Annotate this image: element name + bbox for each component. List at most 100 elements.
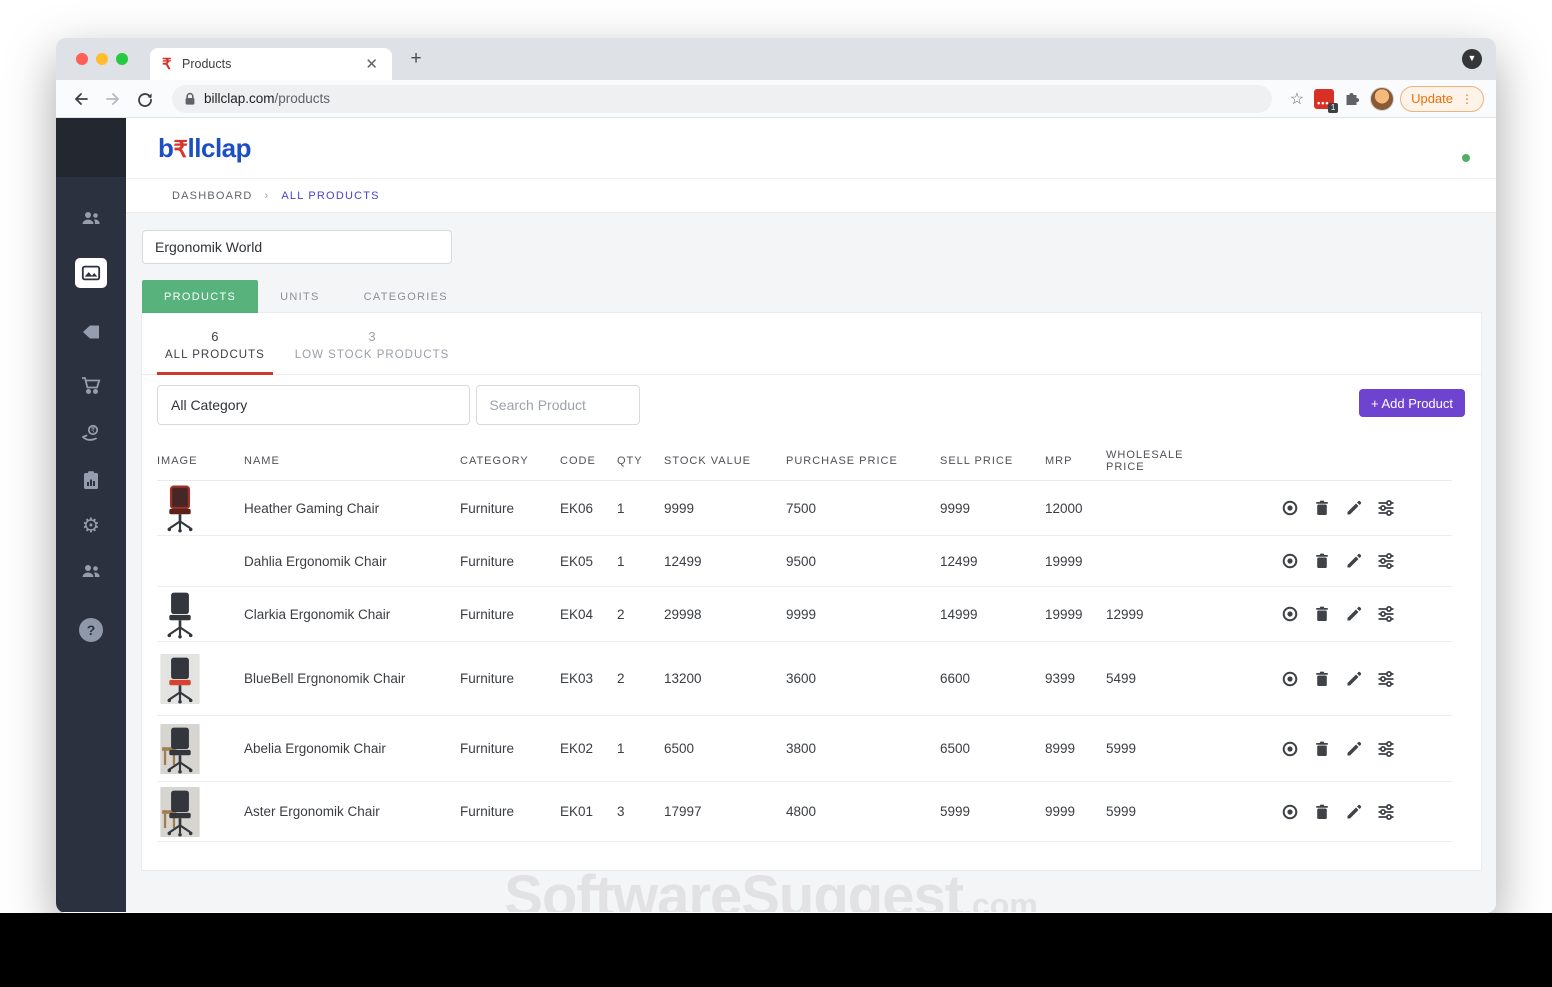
- product-code: EK03: [560, 671, 594, 686]
- product-image: [157, 589, 203, 639]
- product-code: EK04: [560, 606, 594, 622]
- product-mrp: 19999: [1045, 606, 1083, 622]
- tune-icon[interactable]: [1377, 499, 1395, 517]
- delete-icon[interactable]: [1313, 740, 1331, 758]
- url-bar[interactable]: billclap.com/products: [172, 84, 1272, 113]
- subtab-all-products[interactable]: 6 ALL PRODCUTS: [157, 329, 273, 375]
- delete-icon[interactable]: [1313, 670, 1331, 688]
- watermark: SoftwareSuggest.com: [504, 863, 1037, 912]
- app-frame: ₹ ⚙ ? b₹llclap DASHBOARD › ALL PRODUCTS …: [56, 118, 1496, 912]
- product-sell-price: 9999: [940, 500, 971, 516]
- logo-rupee-icon: ₹: [173, 135, 188, 162]
- header-image: IMAGE: [157, 454, 198, 467]
- row-actions: [1277, 670, 1452, 688]
- edit-icon[interactable]: [1345, 499, 1363, 517]
- table-body: Heather Gaming Chair Furniture EK06 1 99…: [157, 481, 1452, 842]
- help-icon[interactable]: ?: [79, 618, 103, 642]
- settings-gear-icon[interactable]: ⚙: [80, 514, 102, 536]
- customers-icon[interactable]: [80, 560, 102, 582]
- payments-icon[interactable]: ₹: [80, 423, 102, 445]
- svg-text:₹: ₹: [91, 427, 96, 435]
- breadcrumb-dashboard[interactable]: DASHBOARD: [172, 190, 252, 202]
- browser-window: ₹ Products ✕ + ▼ billclap.com/products ☆: [56, 38, 1496, 913]
- product-code: EK05: [560, 553, 594, 569]
- products-table: IMAGE NAME CATEGORY CODE QTY STOCK VALUE…: [157, 441, 1452, 842]
- image-icon[interactable]: [75, 258, 107, 288]
- product-wholesale-price: 5999: [1106, 741, 1137, 756]
- product-stock-value: 12499: [664, 553, 702, 569]
- users-icon[interactable]: [80, 207, 102, 229]
- header-category: CATEGORY: [460, 454, 529, 467]
- zoom-window-button[interactable]: [116, 53, 128, 65]
- forward-button[interactable]: [100, 86, 126, 112]
- product-purchase-price: 7500: [786, 500, 817, 516]
- delete-icon[interactable]: [1313, 552, 1331, 570]
- view-icon[interactable]: [1281, 605, 1299, 623]
- account-avatar[interactable]: [1440, 133, 1472, 167]
- reports-icon[interactable]: [80, 469, 102, 491]
- tune-icon[interactable]: [1377, 552, 1395, 570]
- delete-icon[interactable]: [1313, 605, 1331, 623]
- profile-chevron-icon[interactable]: ▼: [1462, 49, 1482, 69]
- category-select[interactable]: All Category: [157, 385, 470, 425]
- tag-icon[interactable]: [80, 321, 102, 343]
- bookmark-star-icon[interactable]: ☆: [1286, 89, 1308, 109]
- update-button[interactable]: Update ⋮: [1400, 85, 1484, 112]
- add-product-button[interactable]: + Add Product: [1358, 389, 1465, 417]
- tab-products[interactable]: PRODUCTS: [142, 280, 259, 313]
- browser-tab-products[interactable]: ₹ Products ✕: [150, 48, 392, 80]
- extension-badge: 1: [1328, 102, 1339, 113]
- new-tab-button[interactable]: +: [404, 47, 428, 71]
- delete-icon[interactable]: [1313, 499, 1331, 517]
- header-name: NAME: [244, 454, 280, 467]
- chrome-menu-kebab-icon[interactable]: ⋮: [1461, 92, 1473, 106]
- edit-icon[interactable]: [1345, 670, 1363, 688]
- view-icon[interactable]: [1281, 499, 1299, 517]
- minimize-window-button[interactable]: [96, 53, 108, 65]
- product-qty: 3: [617, 804, 625, 819]
- search-product-input[interactable]: [476, 385, 641, 425]
- breadcrumb-all-products[interactable]: ALL PRODUCTS: [281, 190, 379, 202]
- edit-icon[interactable]: [1345, 803, 1363, 821]
- store-name-input[interactable]: [142, 230, 452, 264]
- product-category: Furniture: [460, 741, 515, 756]
- product-stock-value: 29998: [664, 606, 702, 622]
- extension-icon[interactable]: ••• 1: [1314, 88, 1339, 113]
- row-actions: [1277, 499, 1452, 517]
- view-icon[interactable]: [1281, 670, 1299, 688]
- close-window-button[interactable]: [76, 53, 88, 65]
- view-icon[interactable]: [1281, 552, 1299, 570]
- tune-icon[interactable]: [1377, 605, 1395, 623]
- product-mrp: 12000: [1045, 500, 1083, 516]
- product-name: Heather Gaming Chair: [244, 500, 380, 516]
- product-purchase-price: 3800: [786, 741, 817, 756]
- product-qty: 1: [617, 741, 625, 756]
- edit-icon[interactable]: [1345, 552, 1363, 570]
- tab-units[interactable]: UNITS: [258, 280, 342, 313]
- product-stock-value: 9999: [664, 500, 695, 516]
- cart-icon[interactable]: [80, 374, 102, 396]
- delete-icon[interactable]: [1313, 803, 1331, 821]
- extensions-puzzle-icon[interactable]: [1340, 87, 1364, 111]
- table-row: Heather Gaming Chair Furniture EK06 1 99…: [157, 481, 1452, 536]
- view-icon[interactable]: [1281, 740, 1299, 758]
- subtab-low-stock-products[interactable]: 3 LOW STOCK PRODUCTS: [287, 329, 458, 374]
- back-button[interactable]: [68, 86, 94, 112]
- update-label: Update: [1411, 91, 1453, 106]
- reload-button[interactable]: [132, 86, 158, 112]
- product-purchase-price: 9500: [786, 553, 817, 569]
- header-wholesale-price: WHOLESALE PRICE: [1106, 448, 1184, 473]
- edit-icon[interactable]: [1345, 605, 1363, 623]
- browser-profile-avatar[interactable]: [1370, 86, 1395, 111]
- rupee-favicon-icon: ₹: [162, 56, 172, 73]
- tab-close-icon[interactable]: ✕: [363, 55, 380, 73]
- product-wholesale-price: 5999: [1106, 804, 1137, 819]
- tab-categories[interactable]: CATEGORIES: [342, 280, 470, 313]
- view-icon[interactable]: [1281, 803, 1299, 821]
- table-header-row: IMAGE NAME CATEGORY CODE QTY STOCK VALUE…: [157, 441, 1452, 481]
- edit-icon[interactable]: [1345, 740, 1363, 758]
- tune-icon[interactable]: [1377, 740, 1395, 758]
- window-controls: [76, 53, 128, 65]
- tune-icon[interactable]: [1377, 670, 1395, 688]
- tune-icon[interactable]: [1377, 803, 1395, 821]
